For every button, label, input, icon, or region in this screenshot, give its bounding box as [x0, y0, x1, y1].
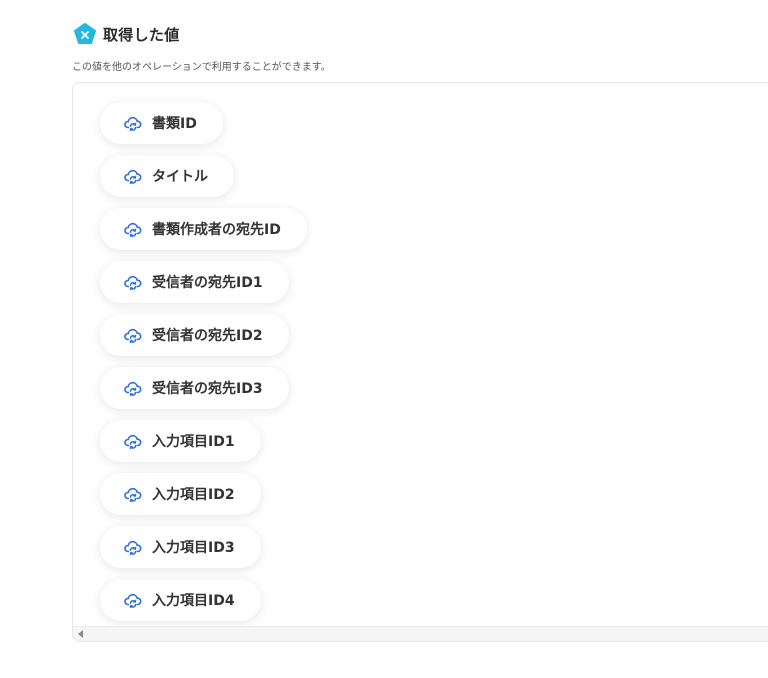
output-item-creator-recipient-id[interactable]: 書類作成者の宛先ID	[100, 208, 307, 250]
output-item-recipient-id-1[interactable]: 受信者の宛先ID1	[100, 261, 289, 303]
output-item-input-field-id-3[interactable]: 入力項目ID3	[100, 526, 261, 568]
output-item-input-field-id-4[interactable]: 入力項目ID4	[100, 579, 261, 621]
output-item-document-id[interactable]: 書類ID	[100, 102, 223, 144]
cloud-refresh-icon	[124, 540, 142, 556]
section-header: 取得した値	[74, 22, 180, 46]
cloud-refresh-icon	[124, 169, 142, 185]
outputs-list: 書類ID タイトル 書類作成者の宛先ID 受信者の宛先ID1 受信者の宛先ID2…	[100, 102, 307, 621]
section-title: 取得した値	[103, 25, 180, 44]
output-item-label: 入力項目ID2	[152, 487, 235, 503]
outputs-panel: 書類ID タイトル 書類作成者の宛先ID 受信者の宛先ID1 受信者の宛先ID2…	[72, 82, 768, 642]
output-item-label: 入力項目ID3	[152, 540, 235, 556]
output-item-recipient-id-2[interactable]: 受信者の宛先ID2	[100, 314, 289, 356]
output-item-label: タイトル	[152, 169, 208, 185]
output-item-label: 受信者の宛先ID2	[152, 328, 263, 344]
cloud-refresh-icon	[124, 275, 142, 291]
output-item-label: 受信者の宛先ID3	[152, 381, 263, 397]
cloud-refresh-icon	[124, 487, 142, 503]
x-badge-icon	[74, 23, 96, 44]
output-item-label: 受信者の宛先ID1	[152, 275, 263, 291]
section-description: この値を他のオペレーションで利用することができます。	[72, 62, 331, 73]
cloud-refresh-icon	[124, 434, 142, 450]
horizontal-scrollbar[interactable]	[73, 626, 768, 641]
output-item-recipient-id-3[interactable]: 受信者の宛先ID3	[100, 367, 289, 409]
cloud-refresh-icon	[124, 222, 142, 238]
output-item-label: 書類ID	[152, 116, 197, 132]
scroll-left-arrow-icon[interactable]	[78, 630, 83, 638]
output-item-input-field-id-2[interactable]: 入力項目ID2	[100, 473, 261, 515]
cloud-refresh-icon	[124, 328, 142, 344]
output-item-title[interactable]: タイトル	[100, 155, 234, 197]
cloud-refresh-icon	[124, 381, 142, 397]
cloud-refresh-icon	[124, 116, 142, 132]
output-item-label: 入力項目ID1	[152, 434, 235, 450]
output-item-input-field-id-1[interactable]: 入力項目ID1	[100, 420, 261, 462]
output-item-label: 書類作成者の宛先ID	[152, 222, 281, 238]
output-item-label: 入力項目ID4	[152, 593, 235, 609]
cloud-refresh-icon	[124, 593, 142, 609]
